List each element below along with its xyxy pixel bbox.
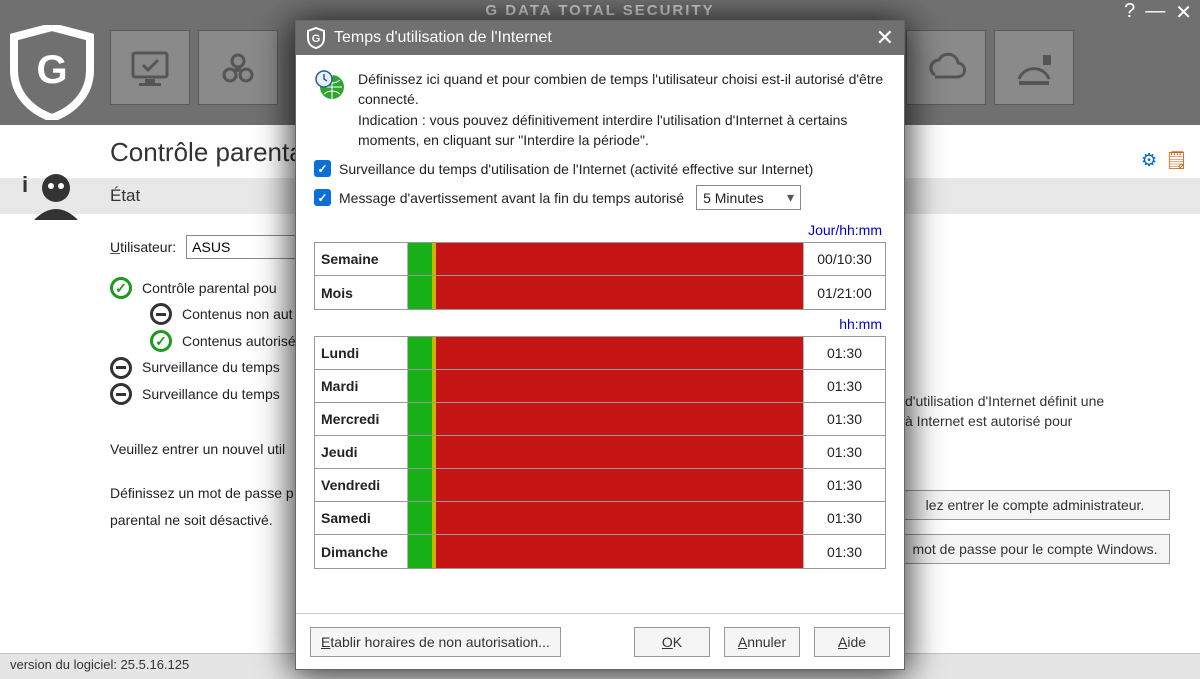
app-title: G DATA TOTAL SECURITY <box>0 2 1200 19</box>
time-option-2[interactable]: Surveillance du temps <box>142 381 280 408</box>
time-usage-bar[interactable] <box>408 535 803 568</box>
time-row-label: Jeudi <box>315 436 408 468</box>
time-row-value[interactable]: 01:30 <box>803 370 885 402</box>
brand-shield-small-icon: G <box>306 27 326 49</box>
time-row: Vendredi 01:30 <box>315 469 885 502</box>
dialog-intro: Définissez ici quand et pour combien de … <box>296 55 904 160</box>
warn-minutes-dropdown[interactable]: 5 Minutes <box>696 185 801 210</box>
time-row-label: Dimanche <box>315 535 408 568</box>
warn-before-end-checkbox[interactable] <box>314 189 331 206</box>
time-row-value[interactable]: 01:30 <box>803 337 885 369</box>
status-enabled-icon <box>150 330 172 352</box>
time-row: Lundi 01:30 <box>315 337 885 370</box>
unit-day-label: hh:mm <box>314 316 882 332</box>
status-disabled-icon <box>110 383 132 405</box>
internet-time-dialog: G Temps d'utilisation de l'Internet ✕ Dé… <box>295 20 905 670</box>
clipboard-icon[interactable]: 🗒 <box>1165 150 1188 171</box>
monitor-time-checkbox[interactable] <box>314 160 331 177</box>
time-usage-bar[interactable] <box>408 243 803 275</box>
monitor-time-label: Surveillance du temps d'utilisation de l… <box>339 161 813 177</box>
help-icon[interactable]: ? <box>1124 0 1135 25</box>
time-row-label: Vendredi <box>315 469 408 501</box>
warn-before-end-label: Message d'avertissement avant la fin du … <box>339 190 684 206</box>
time-usage-bar[interactable] <box>408 337 803 369</box>
cancel-button[interactable]: Annuler <box>724 627 800 657</box>
time-usage-bar[interactable] <box>408 502 803 534</box>
time-row-label: Mercredi <box>315 403 408 435</box>
version-text: version du logiciel: 25.5.16.125 <box>10 657 189 672</box>
help-button[interactable]: Aide <box>814 627 890 657</box>
enter-admin-account-button[interactable]: lez entrer le compte administrateur. <box>900 490 1170 520</box>
summary-time-table: Semaine 00/10:30 Mois 01/21:00 <box>314 242 886 310</box>
section-title: État <box>110 186 140 206</box>
svg-text:i: i <box>22 172 28 197</box>
meter-icon <box>1013 47 1055 89</box>
unit-week-label: Jour/hh:mm <box>314 222 882 238</box>
time-row-value[interactable]: 01/21:00 <box>803 276 885 309</box>
status-disabled-icon <box>150 303 172 325</box>
monitor-check-icon <box>129 47 171 89</box>
globe-clock-icon <box>314 69 346 101</box>
time-row: Jeudi 01:30 <box>315 436 885 469</box>
toolbar-backup-button[interactable] <box>906 30 986 105</box>
brand-shield-icon: G <box>10 25 95 120</box>
toolbar-tuner-button[interactable] <box>994 30 1074 105</box>
time-row-label: Semaine <box>315 243 408 275</box>
time-usage-bar[interactable] <box>408 370 803 402</box>
time-usage-bar[interactable] <box>408 276 803 309</box>
parental-control-option[interactable]: Contrôle parental pou <box>142 275 277 302</box>
time-row-label: Lundi <box>315 337 408 369</box>
cloud-up-icon <box>925 47 967 89</box>
time-usage-bar[interactable] <box>408 469 803 501</box>
user-label: UUtilisateur:tilisateur: <box>110 234 176 261</box>
time-row: Mois 01/21:00 <box>315 276 885 309</box>
allowed-content-option[interactable]: Contenus autorisé <box>182 328 296 355</box>
time-row-value[interactable]: 01:30 <box>803 502 885 534</box>
page-action-icons: ⚙ 🗒 <box>1141 150 1188 171</box>
user-anonymous-icon: i <box>20 168 80 223</box>
dialog-close-icon[interactable]: ✕ <box>876 25 894 51</box>
toolbar-virus-button[interactable] <box>198 30 278 105</box>
blocked-content-option[interactable]: Contenus non aut <box>182 301 293 328</box>
time-usage-bar[interactable] <box>408 436 803 468</box>
time-row-label: Mardi <box>315 370 408 402</box>
time-row-value[interactable]: 01:30 <box>803 436 885 468</box>
time-row: Mardi 01:30 <box>315 370 885 403</box>
settings-gear-icon[interactable]: ⚙ <box>1141 150 1157 171</box>
close-window-icon[interactable]: ✕ <box>1175 0 1192 25</box>
time-row: Dimanche 01:30 <box>315 535 885 568</box>
time-row-value[interactable]: 01:30 <box>803 403 885 435</box>
minimize-icon[interactable]: — <box>1145 0 1165 25</box>
time-row: Mercredi 01:30 <box>315 403 885 436</box>
right-hint-1: d'utilisation d'Internet définit uneà In… <box>905 392 1170 431</box>
time-row-value[interactable]: 01:30 <box>803 535 885 568</box>
biohazard-icon <box>217 47 259 89</box>
set-forbidden-schedule-button[interactable]: Etablir horaires de non autorisation... <box>310 627 561 657</box>
time-row-label: Mois <box>315 276 408 309</box>
svg-text:G: G <box>36 48 67 92</box>
time-row: Semaine 00/10:30 <box>315 243 885 276</box>
ok-button[interactable]: OK <box>634 627 710 657</box>
windows-password-button[interactable]: mot de passe pour le compte Windows. <box>900 534 1170 564</box>
dialog-title: Temps d'utilisation de l'Internet <box>334 29 552 47</box>
dialog-intro-line1: Définissez ici quand et pour combien de … <box>358 69 886 110</box>
time-usage-bar[interactable] <box>408 403 803 435</box>
daily-time-table: Lundi 01:30 Mardi 01:30 Mercredi 01:30 Jeudi 01… <box>314 336 886 569</box>
dialog-intro-line2: Indication : vous pouvez définitivement … <box>358 110 886 151</box>
status-disabled-icon <box>110 357 132 379</box>
status-enabled-icon <box>110 277 132 299</box>
time-row: Samedi 01:30 <box>315 502 885 535</box>
time-row-value[interactable]: 01:30 <box>803 469 885 501</box>
time-row-label: Samedi <box>315 502 408 534</box>
svg-text:G: G <box>312 33 321 45</box>
time-option-1[interactable]: Surveillance du temps <box>142 354 280 381</box>
dialog-footer: Etablir horaires de non autorisation... … <box>296 613 904 669</box>
time-row-value[interactable]: 00/10:30 <box>803 243 885 275</box>
toolbar-scan-button[interactable] <box>110 30 190 105</box>
window-system-buttons: ? — ✕ <box>1124 0 1192 25</box>
dialog-titlebar: G Temps d'utilisation de l'Internet ✕ <box>296 21 904 55</box>
